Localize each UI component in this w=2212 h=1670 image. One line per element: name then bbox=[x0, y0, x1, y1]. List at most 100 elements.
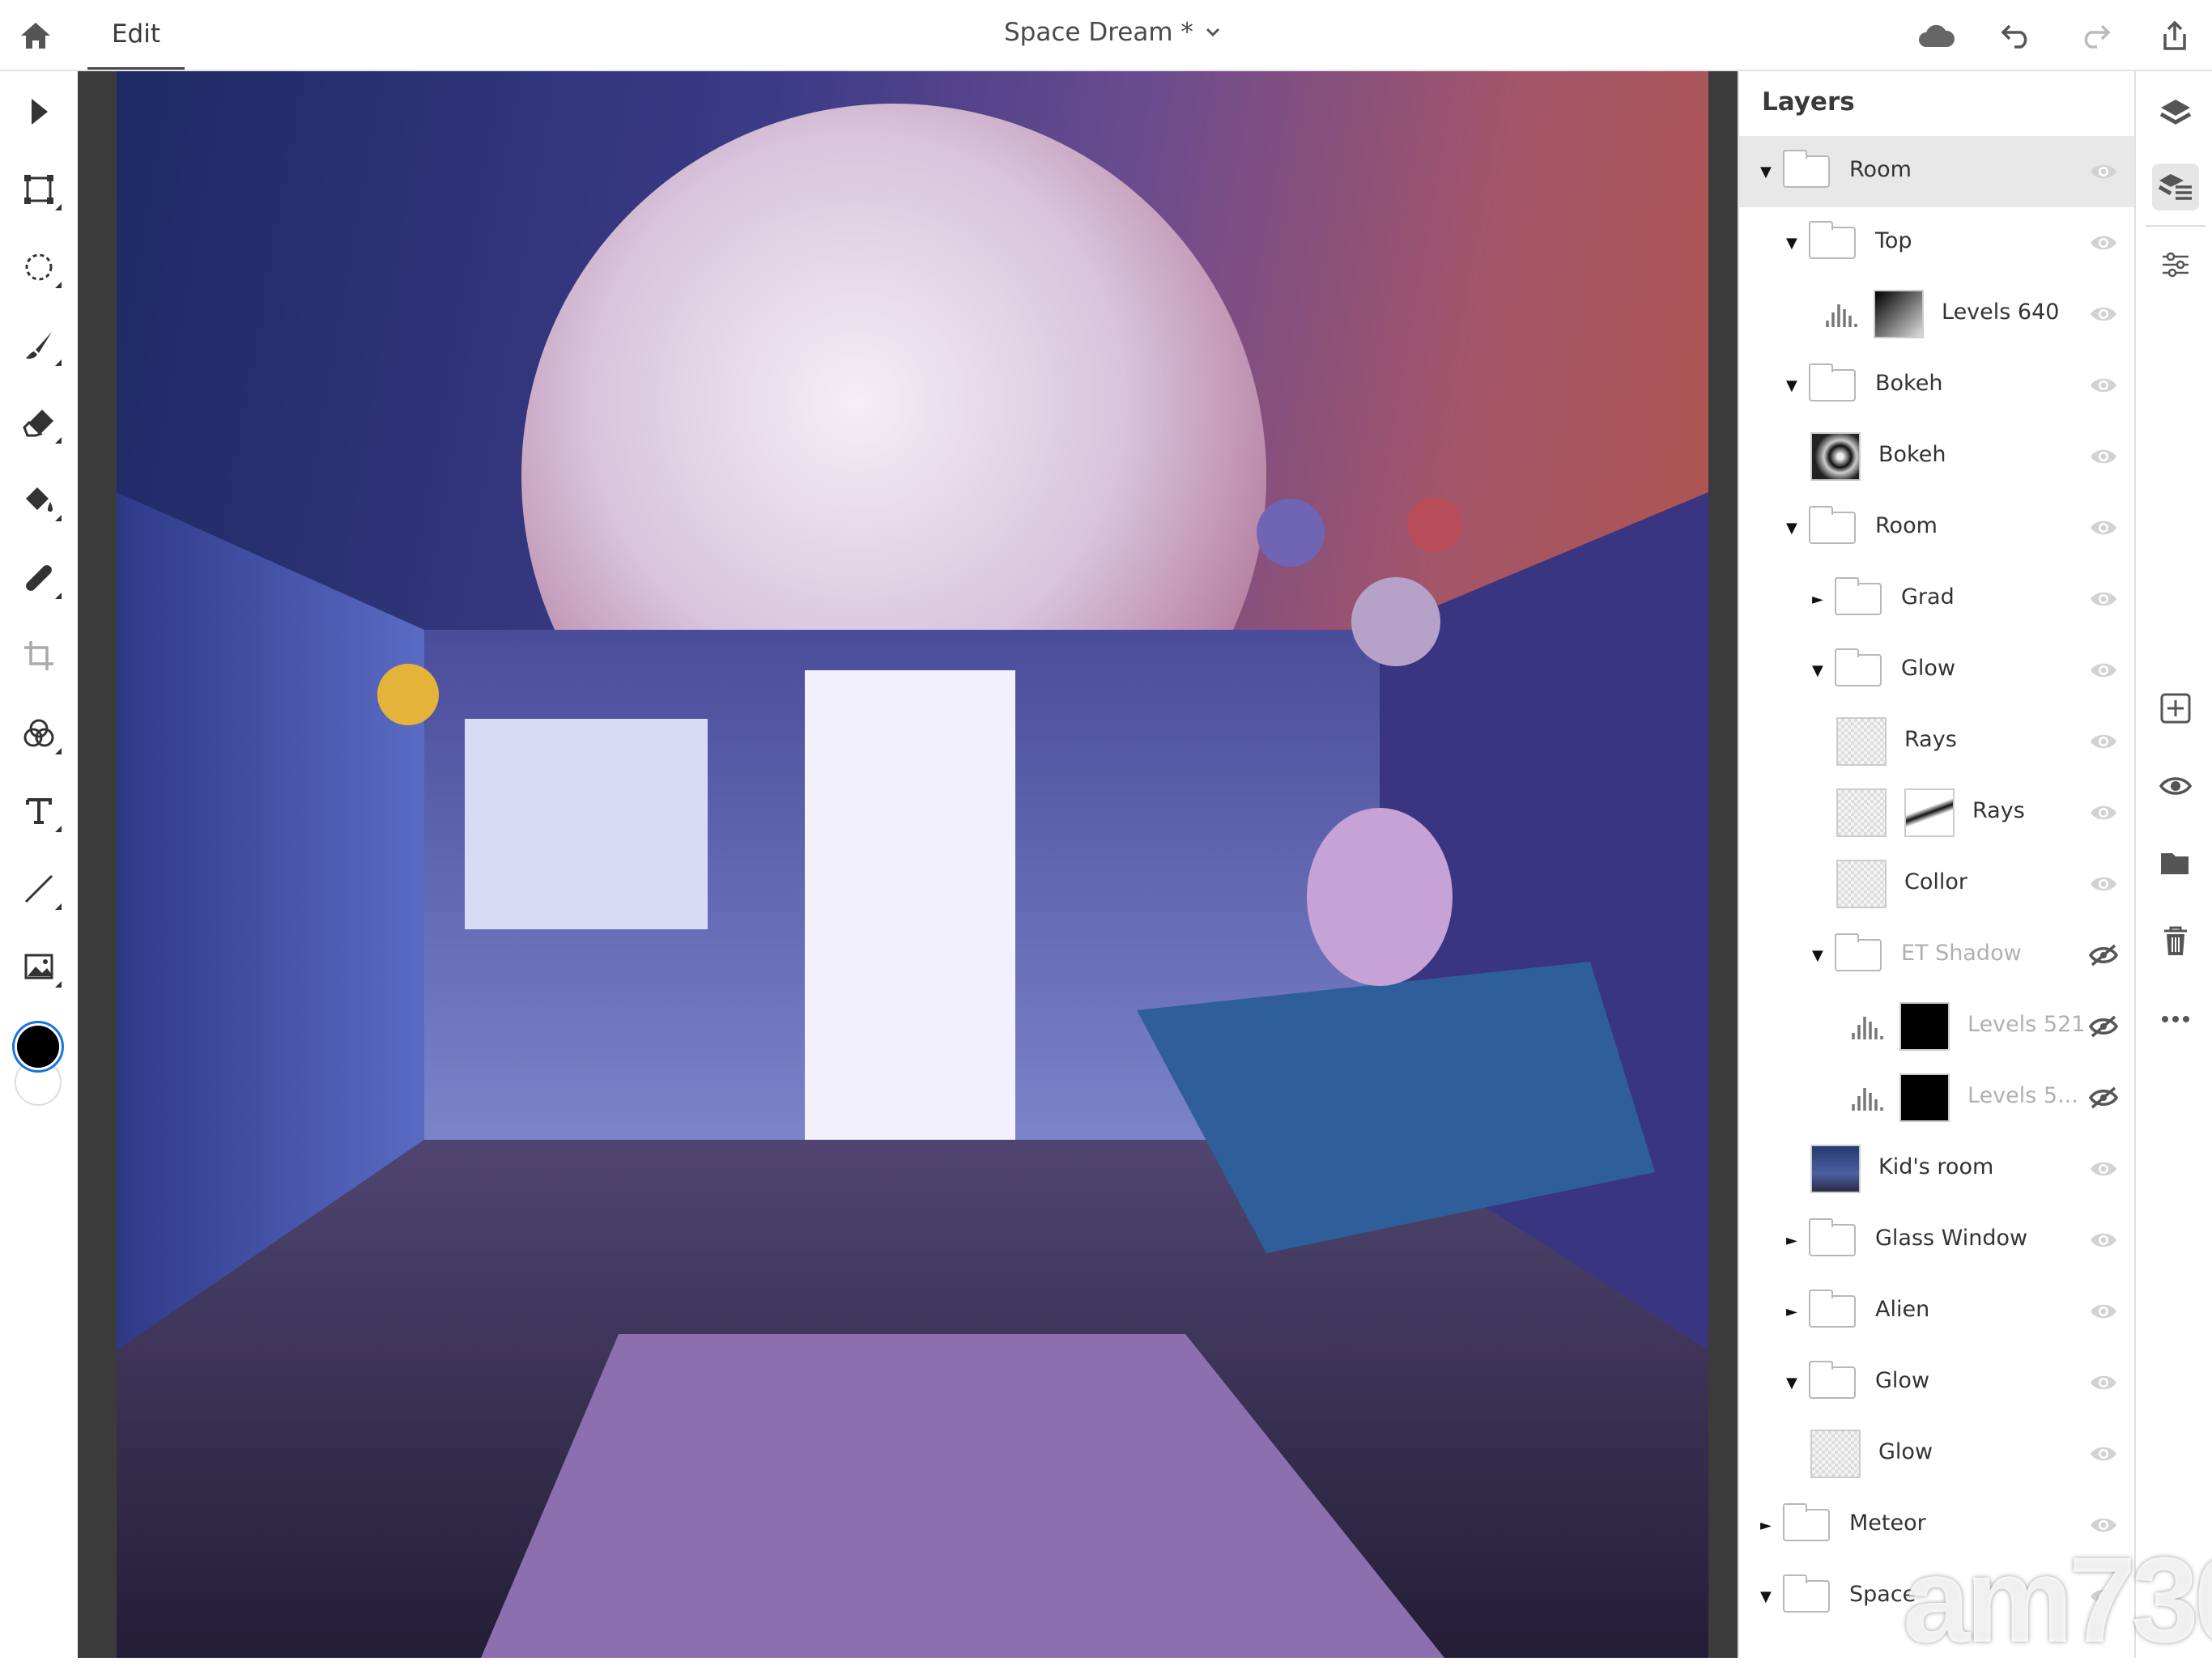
group-folder-icon[interactable] bbox=[2152, 840, 2199, 887]
layer-row[interactable]: Collor bbox=[1739, 848, 2134, 920]
collapse-triangle-icon[interactable]: ► bbox=[1760, 1517, 1772, 1534]
expand-triangle-icon[interactable]: ▼ bbox=[1786, 377, 1797, 394]
expand-triangle-icon[interactable]: ▼ bbox=[1812, 662, 1823, 679]
layer-mask-thumbnail bbox=[1874, 290, 1924, 338]
layer-row[interactable]: Kid's room bbox=[1739, 1133, 2134, 1205]
layer-row[interactable]: Levels 521 bbox=[1739, 991, 2134, 1062]
undo-icon[interactable] bbox=[1997, 16, 2035, 55]
eye-icon[interactable] bbox=[2089, 160, 2118, 183]
folder-icon bbox=[1835, 933, 1882, 971]
layer-thumbnail bbox=[1810, 1145, 1861, 1193]
chevron-down-icon bbox=[1206, 28, 1219, 37]
cloud-icon[interactable] bbox=[1917, 16, 1956, 55]
share-icon[interactable] bbox=[2155, 16, 2194, 55]
layer-row[interactable]: Levels 5... bbox=[1739, 1062, 2134, 1133]
layer-name: Bokeh bbox=[1878, 442, 1946, 467]
folder-icon bbox=[1809, 1218, 1856, 1256]
adjustments-icon[interactable] bbox=[2152, 241, 2199, 288]
layer-row[interactable]: ▼ Bokeh bbox=[1739, 350, 2134, 421]
artwork-image[interactable] bbox=[117, 71, 1708, 1658]
layer-row[interactable]: Rays bbox=[1739, 777, 2134, 848]
layer-name: Levels 5... bbox=[1967, 1083, 2078, 1108]
layer-row[interactable]: ► Alien bbox=[1739, 1276, 2134, 1347]
redo-icon[interactable] bbox=[2076, 16, 2115, 55]
eye-icon[interactable] bbox=[2089, 303, 2118, 325]
layers-icon[interactable] bbox=[2152, 89, 2199, 136]
expand-triangle-icon[interactable]: ▼ bbox=[1786, 235, 1797, 252]
adjustment-icon[interactable] bbox=[19, 714, 62, 754]
eye-icon[interactable] bbox=[2089, 374, 2118, 397]
place-image-icon[interactable] bbox=[19, 947, 62, 988]
folder-icon bbox=[1809, 363, 1856, 402]
visibility-icon[interactable] bbox=[2152, 763, 2199, 810]
eye-hidden-icon[interactable] bbox=[2088, 944, 2119, 967]
folder-icon bbox=[1835, 648, 1882, 686]
layer-mask-thumbnail bbox=[1899, 1073, 1950, 1122]
tab-edit[interactable]: Edit bbox=[87, 0, 185, 70]
foreground-color-swatch[interactable] bbox=[15, 1023, 62, 1070]
eye-icon[interactable] bbox=[2089, 659, 2118, 682]
eye-icon[interactable] bbox=[2089, 801, 2118, 824]
delete-icon[interactable] bbox=[2152, 918, 2199, 965]
collapse-triangle-icon[interactable]: ► bbox=[1786, 1303, 1797, 1320]
expand-triangle-icon[interactable]: ▼ bbox=[1812, 947, 1823, 964]
layer-thumbnail bbox=[1810, 432, 1861, 481]
expand-triangle-icon[interactable]: ▼ bbox=[1760, 1588, 1772, 1605]
layer-name: Room bbox=[1849, 157, 1912, 182]
layer-name: Bokeh bbox=[1875, 371, 1943, 396]
layer-name: Glow bbox=[1901, 656, 1956, 681]
layer-name: Collor bbox=[1904, 869, 1967, 894]
eye-icon[interactable] bbox=[2089, 232, 2118, 254]
expand-triangle-icon[interactable]: ▼ bbox=[1786, 1375, 1797, 1392]
layer-row[interactable]: Bokeh bbox=[1739, 421, 2134, 492]
folder-icon bbox=[1835, 577, 1882, 615]
eye-icon[interactable] bbox=[2089, 516, 2118, 539]
layer-row[interactable]: Glow bbox=[1739, 1418, 2134, 1489]
lasso-selection-icon[interactable] bbox=[19, 248, 62, 288]
layer-row[interactable]: Rays bbox=[1739, 706, 2134, 777]
type-icon[interactable] bbox=[19, 792, 62, 832]
layer-row[interactable]: ▼ Room bbox=[1739, 492, 2134, 563]
line-icon[interactable] bbox=[19, 869, 62, 910]
eye-hidden-icon[interactable] bbox=[2088, 1086, 2119, 1109]
layer-row[interactable]: ▼ ET Shadow bbox=[1739, 920, 2134, 991]
layer-row[interactable]: ▼ Room bbox=[1739, 136, 2134, 207]
brush-icon[interactable] bbox=[19, 325, 62, 366]
eye-hidden-icon[interactable] bbox=[2088, 1015, 2119, 1038]
healing-icon[interactable] bbox=[19, 559, 62, 599]
eye-icon[interactable] bbox=[2089, 445, 2118, 468]
folder-icon bbox=[1809, 1290, 1856, 1328]
eye-icon[interactable] bbox=[2089, 730, 2118, 753]
eye-icon[interactable] bbox=[2089, 1158, 2118, 1180]
expand-triangle-icon[interactable]: ▼ bbox=[1786, 520, 1797, 537]
collapse-triangle-icon[interactable]: ► bbox=[1812, 591, 1823, 608]
home-icon[interactable] bbox=[16, 16, 55, 55]
layer-name: Glass Window bbox=[1875, 1226, 2028, 1251]
canvas-area[interactable] bbox=[78, 71, 1738, 1658]
eye-icon[interactable] bbox=[2089, 588, 2118, 610]
document-title[interactable]: Space Dream * bbox=[1004, 18, 1221, 47]
collapse-triangle-icon[interactable]: ► bbox=[1786, 1232, 1797, 1249]
fill-bucket-icon[interactable] bbox=[19, 481, 62, 521]
layer-row[interactable]: ▼ Top bbox=[1739, 207, 2134, 278]
select-tool-icon[interactable] bbox=[19, 92, 58, 131]
layer-row[interactable]: ► Grad bbox=[1739, 563, 2134, 635]
layer-thumbnail bbox=[1810, 1430, 1861, 1478]
more-icon[interactable] bbox=[2152, 996, 2199, 1043]
layer-row[interactable]: ▼ Glow bbox=[1739, 635, 2134, 706]
eraser-icon[interactable] bbox=[19, 403, 62, 444]
eye-icon[interactable] bbox=[2089, 1371, 2118, 1394]
layer-properties-icon[interactable] bbox=[2152, 164, 2199, 210]
eye-icon[interactable] bbox=[2089, 1300, 2118, 1323]
eye-icon[interactable] bbox=[2089, 1229, 2118, 1251]
add-layer-icon[interactable] bbox=[2152, 685, 2199, 732]
eye-icon[interactable] bbox=[2089, 873, 2118, 895]
layer-row[interactable]: Levels 640 bbox=[1739, 278, 2134, 350]
expand-triangle-icon[interactable]: ▼ bbox=[1760, 164, 1772, 181]
eye-icon[interactable] bbox=[2089, 1443, 2118, 1465]
layer-thumbnail bbox=[1836, 860, 1887, 908]
transform-tool-icon[interactable] bbox=[19, 170, 62, 210]
layer-row[interactable]: ▼ Glow bbox=[1739, 1347, 2134, 1418]
crop-icon[interactable] bbox=[19, 636, 58, 675]
layer-row[interactable]: ► Glass Window bbox=[1739, 1205, 2134, 1276]
